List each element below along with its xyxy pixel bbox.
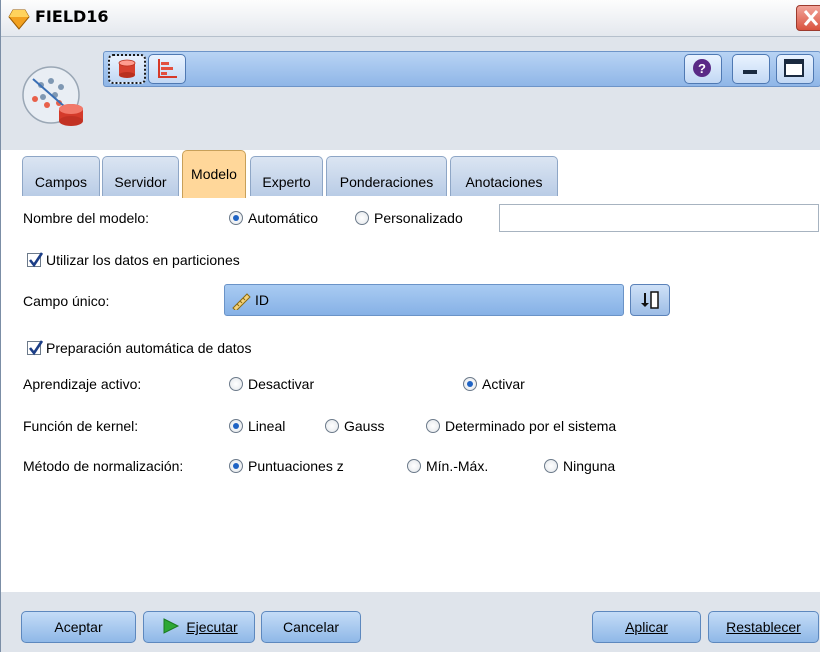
unique-field-box[interactable]: ID	[224, 284, 624, 316]
run-button[interactable]: Ejecutar	[143, 611, 255, 643]
use-partitions-checkbox[interactable]: Utilizar los datos en particiones	[27, 252, 240, 268]
node-type-icon	[8, 9, 30, 30]
modelo-panel: Nombre del modelo: Automático Personaliz…	[1, 198, 820, 592]
tab-bar: Campos Servidor Modelo Experto Ponderaci…	[1, 150, 820, 348]
normalization-label: Método de normalización:	[23, 458, 184, 474]
model-name-auto-radio[interactable]: Automático	[229, 210, 318, 226]
tab-ponderaciones[interactable]: Ponderaciones	[326, 156, 447, 196]
database-icon	[118, 59, 136, 78]
tab-modelo[interactable]: Modelo	[182, 150, 246, 198]
unique-field-label: Campo único:	[23, 293, 110, 309]
radio-selected-icon	[229, 419, 243, 433]
unique-field-value: ID	[255, 292, 269, 308]
radio-selected-icon	[229, 211, 243, 225]
kernel-system-label: Determinado por el sistema	[445, 418, 617, 434]
ok-button[interactable]: Aceptar	[21, 611, 136, 643]
normalization-none-label: Ninguna	[563, 458, 616, 474]
kernel-gauss-radio[interactable]: Gauss	[325, 418, 384, 434]
svg-text:?: ?	[698, 61, 706, 76]
field-picker-icon	[641, 291, 659, 309]
dialog-header: ?	[1, 37, 820, 150]
kernel-linear-label: Lineal	[248, 418, 286, 434]
kernel-system-radio[interactable]: Determinado por el sistema	[426, 418, 616, 434]
normalization-none-radio[interactable]: Ninguna	[544, 458, 615, 474]
model-name-custom-radio[interactable]: Personalizado	[355, 210, 463, 226]
reset-button-label: Restablecer	[726, 619, 801, 635]
help-button[interactable]: ?	[684, 54, 722, 84]
apply-button[interactable]: Aplicar	[592, 611, 701, 643]
tab-experto[interactable]: Experto	[250, 156, 323, 196]
model-name-field[interactable]	[499, 204, 819, 232]
radio-selected-icon	[229, 459, 243, 473]
tab-campos[interactable]: Campos	[22, 156, 100, 196]
kernel-label: Función de kernel:	[23, 418, 139, 434]
tab-anotaciones[interactable]: Anotaciones	[450, 156, 558, 196]
radio-unselected-icon	[544, 459, 558, 473]
database-view-button[interactable]	[108, 54, 146, 84]
normalization-z-radio[interactable]: Puntuaciones z	[229, 458, 344, 474]
window-title: FIELD16	[35, 7, 109, 26]
active-learning-on-label: Activar	[482, 376, 525, 392]
field-picker-button[interactable]	[630, 284, 670, 316]
auto-prep-checkbox[interactable]: Preparación automática de datos	[27, 340, 251, 356]
minimize-button[interactable]	[732, 54, 770, 84]
apply-button-label: Aplicar	[625, 619, 668, 635]
reset-button[interactable]: Restablecer	[708, 611, 819, 643]
use-partitions-label: Utilizar los datos en particiones	[46, 252, 240, 268]
model-name-custom-label: Personalizado	[374, 210, 463, 226]
active-learning-off-radio[interactable]: Desactivar	[229, 376, 314, 392]
active-learning-label: Aprendizaje activo:	[23, 376, 142, 392]
radio-unselected-icon	[355, 211, 369, 225]
run-button-label: Ejecutar	[186, 619, 238, 635]
cancel-button[interactable]: Cancelar	[261, 611, 361, 643]
close-icon	[803, 10, 819, 26]
kernel-linear-radio[interactable]: Lineal	[229, 418, 285, 434]
button-bar: Aceptar Ejecutar Cancelar Aplicar Restab…	[1, 592, 820, 652]
title-bar[interactable]: FIELD16	[1, 0, 820, 37]
play-icon	[163, 618, 180, 634]
ruler-icon	[232, 293, 251, 310]
active-learning-on-radio[interactable]: Activar	[463, 376, 525, 392]
model-name-auto-label: Automático	[248, 210, 319, 226]
radio-selected-icon	[463, 377, 477, 391]
toolbar: ?	[103, 51, 820, 87]
chart-view-button[interactable]	[148, 54, 186, 84]
normalization-z-label: Puntuaciones z	[248, 458, 344, 474]
radio-unselected-icon	[229, 377, 243, 391]
chart-icon	[158, 59, 177, 78]
radio-unselected-icon	[325, 419, 339, 433]
help-icon: ?	[693, 59, 711, 77]
kernel-gauss-label: Gauss	[344, 418, 385, 434]
normalization-minmax-label: Mín.-Máx.	[426, 458, 489, 474]
radio-unselected-icon	[407, 459, 421, 473]
auto-prep-label: Preparación automática de datos	[46, 340, 252, 356]
check-icon	[27, 252, 44, 268]
minimize-icon	[743, 70, 757, 74]
maximize-icon	[784, 59, 804, 77]
tab-servidor[interactable]: Servidor	[102, 156, 179, 196]
active-learning-off-label: Desactivar	[248, 376, 315, 392]
model-name-label: Nombre del modelo:	[23, 210, 150, 226]
maximize-button[interactable]	[776, 54, 814, 84]
node-graphic-icon	[22, 66, 83, 126]
radio-unselected-icon	[426, 419, 440, 433]
check-icon	[27, 340, 44, 356]
normalization-minmax-radio[interactable]: Mín.-Máx.	[407, 458, 488, 474]
close-button[interactable]	[796, 5, 820, 31]
dialog-window: FIELD16 ? Campos Servidor Modelo Experto…	[0, 0, 820, 652]
